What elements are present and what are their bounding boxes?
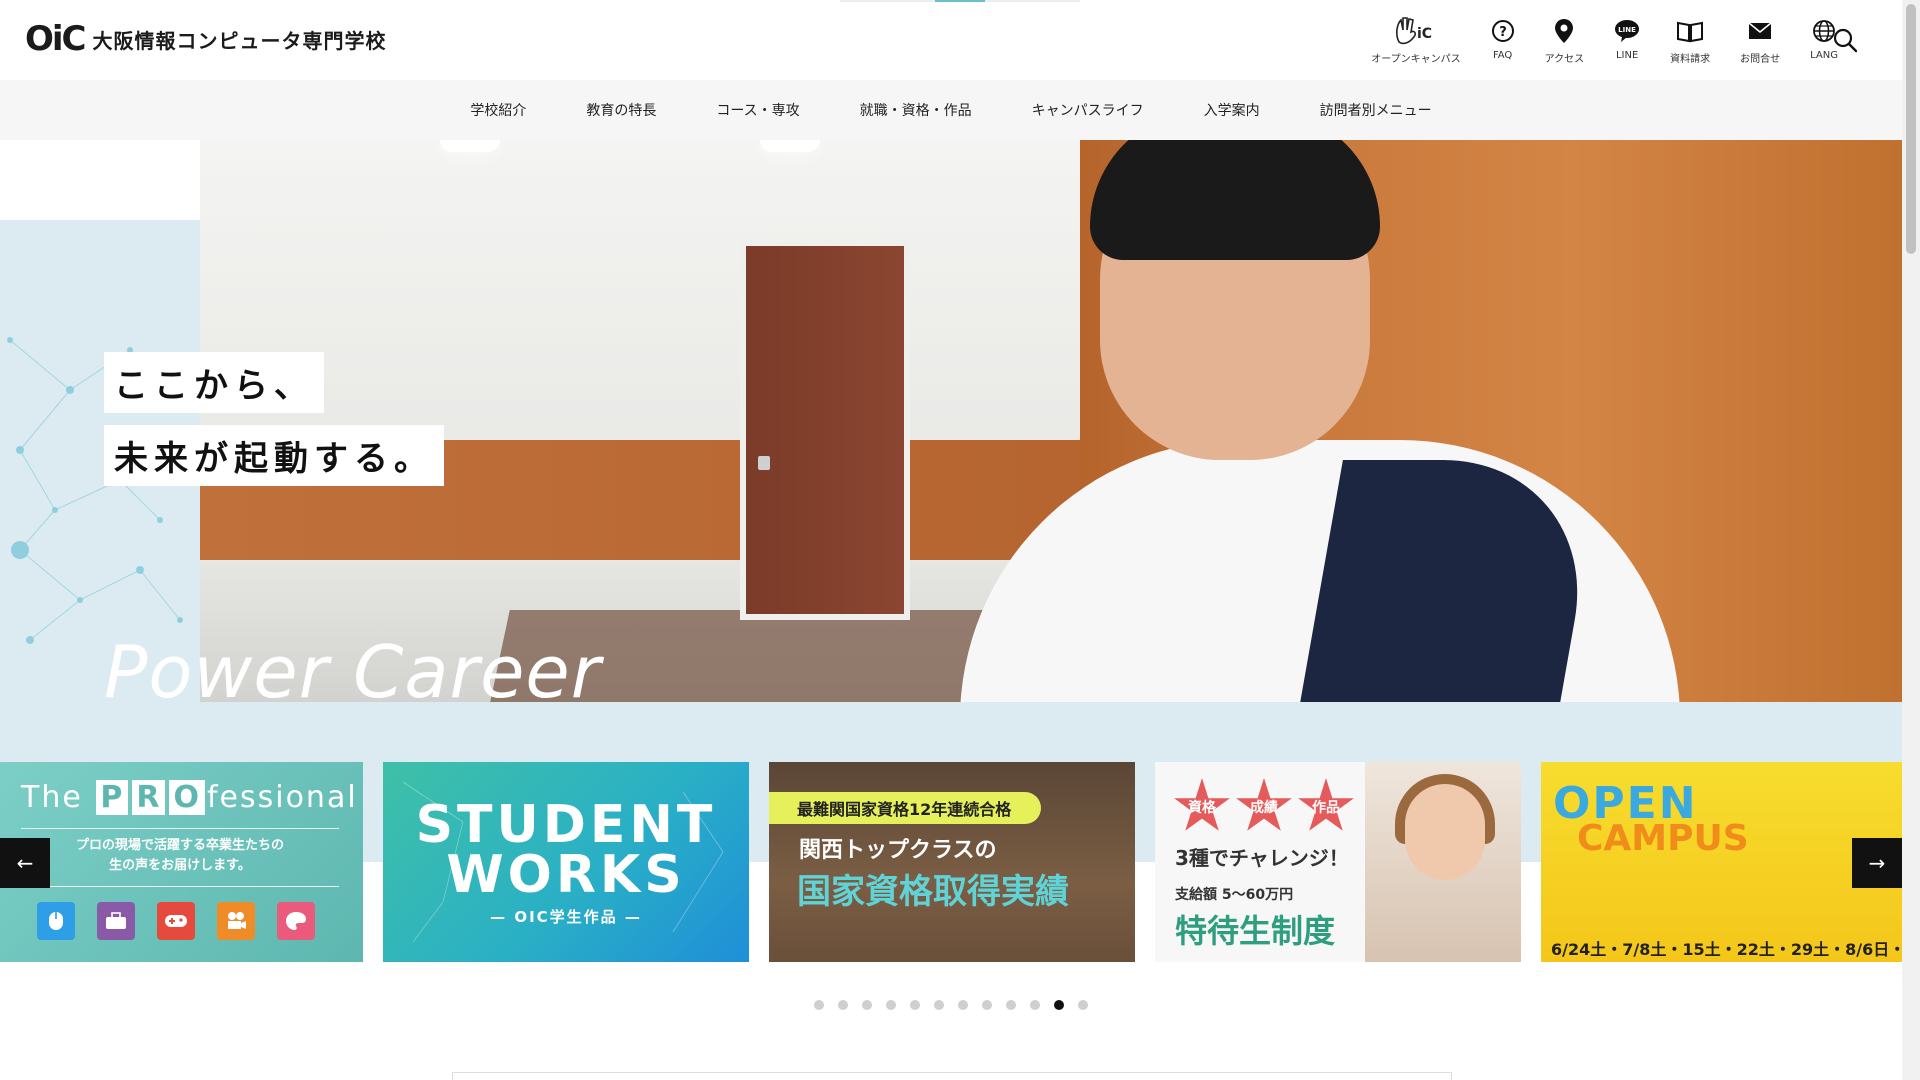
star-badge: 資格 [1174, 778, 1230, 831]
util-contact-label: お問合せ [1740, 54, 1781, 65]
slide-qual-line2: 国家資格取得実績 [797, 872, 1069, 912]
site-logo[interactable]: OiC 大阪情報コンピュータ専門学校 [25, 22, 387, 56]
util-faq[interactable]: ? FAQ [1491, 16, 1515, 61]
slide-scholarship-line2: 支給額 5〜60万円 [1175, 887, 1294, 903]
slide-oc-dates: 6/24土・7/8土・15土・22土・29土・8/6日・19土・26土 [1551, 940, 1907, 959]
slide-student-works-title: STUDENT WORKS [415, 795, 717, 905]
slide-oc-campus: CAMPUS [1577, 818, 1749, 859]
hero-photo [200, 140, 1902, 702]
carousel-dot[interactable] [1078, 1000, 1088, 1010]
nav-courses[interactable]: コース・専攻 [716, 100, 799, 120]
util-access[interactable]: アクセス [1544, 16, 1585, 65]
slide-professional[interactable]: The P R Ofessional プロの現場で活躍する卒業生たちの 生の声をお届… [0, 762, 363, 962]
slide-scholarship[interactable]: 資格 成績 作品 3種でチャレンジ！ 支給額 5〜60万円 特待生制度 [1155, 762, 1521, 962]
question-circle-icon: ? [1491, 16, 1515, 46]
carousel-dot[interactable] [862, 1000, 872, 1010]
top-progress-indicator [840, 0, 1080, 2]
slide-qual-line1: 関西トップクラスの [799, 838, 997, 863]
arrow-right-icon: → [1868, 851, 1886, 875]
nav-admission[interactable]: 入学案内 [1204, 100, 1260, 120]
content-box-top [452, 1072, 1452, 1080]
carousel-dot[interactable] [838, 1000, 848, 1010]
search-icon [1833, 28, 1858, 53]
gamepad-icon [157, 902, 195, 940]
carousel-dot[interactable] [814, 1000, 824, 1010]
main-nav: 学校紹介 教育の特長 コース・専攻 就職・資格・作品 キャンパスライフ 入学案内… [0, 80, 1902, 140]
carousel-dot[interactable] [958, 1000, 968, 1010]
util-open-campus-label: オープンキャンパス [1371, 54, 1461, 65]
top-progress-active [935, 0, 985, 2]
slide-professional-icons [37, 902, 337, 940]
banner-carousel: The P R Ofessional プロの現場で活躍する卒業生たちの 生の声をお届… [0, 762, 1907, 962]
slide-scholarship-photo [1365, 762, 1521, 962]
hero-section: ここから、 未来が起動する。 Power Career [0, 140, 1902, 702]
hero-headline-line1: ここから、 [104, 352, 324, 413]
mouse-icon [37, 902, 75, 940]
scrollbar-thumb[interactable] [1906, 4, 1916, 254]
open-campus-hand-icon: iC [1393, 16, 1439, 46]
svg-text:iC: iC [1417, 26, 1432, 42]
envelope-icon [1748, 16, 1772, 46]
util-open-campus[interactable]: iC オープンキャンパス [1371, 16, 1461, 65]
util-line-label: LINE [1615, 50, 1639, 61]
carousel-dot[interactable] [1006, 1000, 1016, 1010]
star-badge: 成績 [1236, 778, 1292, 831]
slide-scholarship-stars: 資格 成績 作品 [1173, 778, 1359, 836]
slide-qual-badge: 最難関国家資格12年連続合格 [769, 792, 1042, 824]
site-header: OiC 大阪情報コンピュータ専門学校 iC オープンキャンパス ? FAQ アク… [0, 0, 1902, 80]
logo-mark: OiC [25, 19, 86, 59]
nav-visitor-menu[interactable]: 訪問者別メニュー [1320, 100, 1432, 120]
nav-about[interactable]: 学校紹介 [470, 100, 526, 120]
search-button[interactable] [1832, 27, 1858, 53]
carousel-prev-button[interactable]: ← [0, 838, 50, 888]
door-graphic [740, 240, 910, 620]
slide-student-works[interactable]: STUDENT WORKS — OIC学生作品 — [383, 762, 749, 962]
carousel-dot[interactable] [934, 1000, 944, 1010]
arrow-left-icon: ← [16, 851, 34, 875]
carousel-next-button[interactable]: → [1852, 838, 1902, 888]
slide-scholarship-line1: 3種でチャレンジ！ [1175, 846, 1349, 870]
util-access-label: アクセス [1544, 54, 1585, 65]
util-contact[interactable]: お問合せ [1740, 16, 1780, 65]
nav-campus-life[interactable]: キャンパスライフ [1032, 100, 1144, 120]
util-line[interactable]: LINE LINE [1614, 16, 1640, 61]
film-camera-icon [217, 902, 255, 940]
open-book-icon [1676, 16, 1704, 46]
slide-scholarship-line3: 特待生制度 [1175, 912, 1336, 950]
carousel-dot[interactable] [910, 1000, 920, 1010]
slide-professional-title: The P R Ofessional [21, 780, 358, 815]
briefcase-icon [97, 902, 135, 940]
palette-icon [277, 902, 315, 940]
page-scrollbar[interactable] [1902, 0, 1920, 1080]
carousel-dot[interactable] [886, 1000, 896, 1010]
slide-professional-desc: プロの現場で活躍する卒業生たちの 生の声をお届けします。 [75, 838, 284, 873]
slide-student-works-sub: — OIC学生作品 — [490, 908, 642, 926]
util-faq-label: FAQ [1492, 50, 1513, 61]
hero-script-text: Power Career [104, 630, 602, 702]
util-brochure[interactable]: 資料請求 [1670, 16, 1710, 65]
util-brochure-label: 資料請求 [1670, 54, 1711, 65]
hero-headline-line2: 未来が起動する。 [104, 425, 444, 486]
map-pin-icon [1554, 16, 1574, 46]
svg-text:LINE: LINE [1618, 26, 1636, 34]
nav-careers[interactable]: 就職・資格・作品 [860, 100, 972, 120]
carousel-dot[interactable] [982, 1000, 992, 1010]
utility-nav: iC オープンキャンパス ? FAQ アクセス LINE LINE 資料請求 お… [1341, 16, 1838, 65]
star-badge: 作品 [1298, 778, 1354, 831]
slide-national-qualification[interactable]: 最難関国家資格12年連続合格 関西トップクラスの 国家資格取得実績 [769, 762, 1135, 962]
svg-text:?: ? [1499, 25, 1507, 40]
carousel-dot[interactable] [1030, 1000, 1040, 1010]
carousel-dot[interactable] [1054, 1000, 1064, 1010]
logo-school-name: 大阪情報コンピュータ専門学校 [92, 28, 387, 53]
line-bubble-icon: LINE [1614, 16, 1640, 46]
hero-headline: ここから、 未来が起動する。 [104, 352, 444, 498]
carousel-pagination [0, 1000, 1902, 1010]
nav-features[interactable]: 教育の特長 [586, 100, 656, 120]
